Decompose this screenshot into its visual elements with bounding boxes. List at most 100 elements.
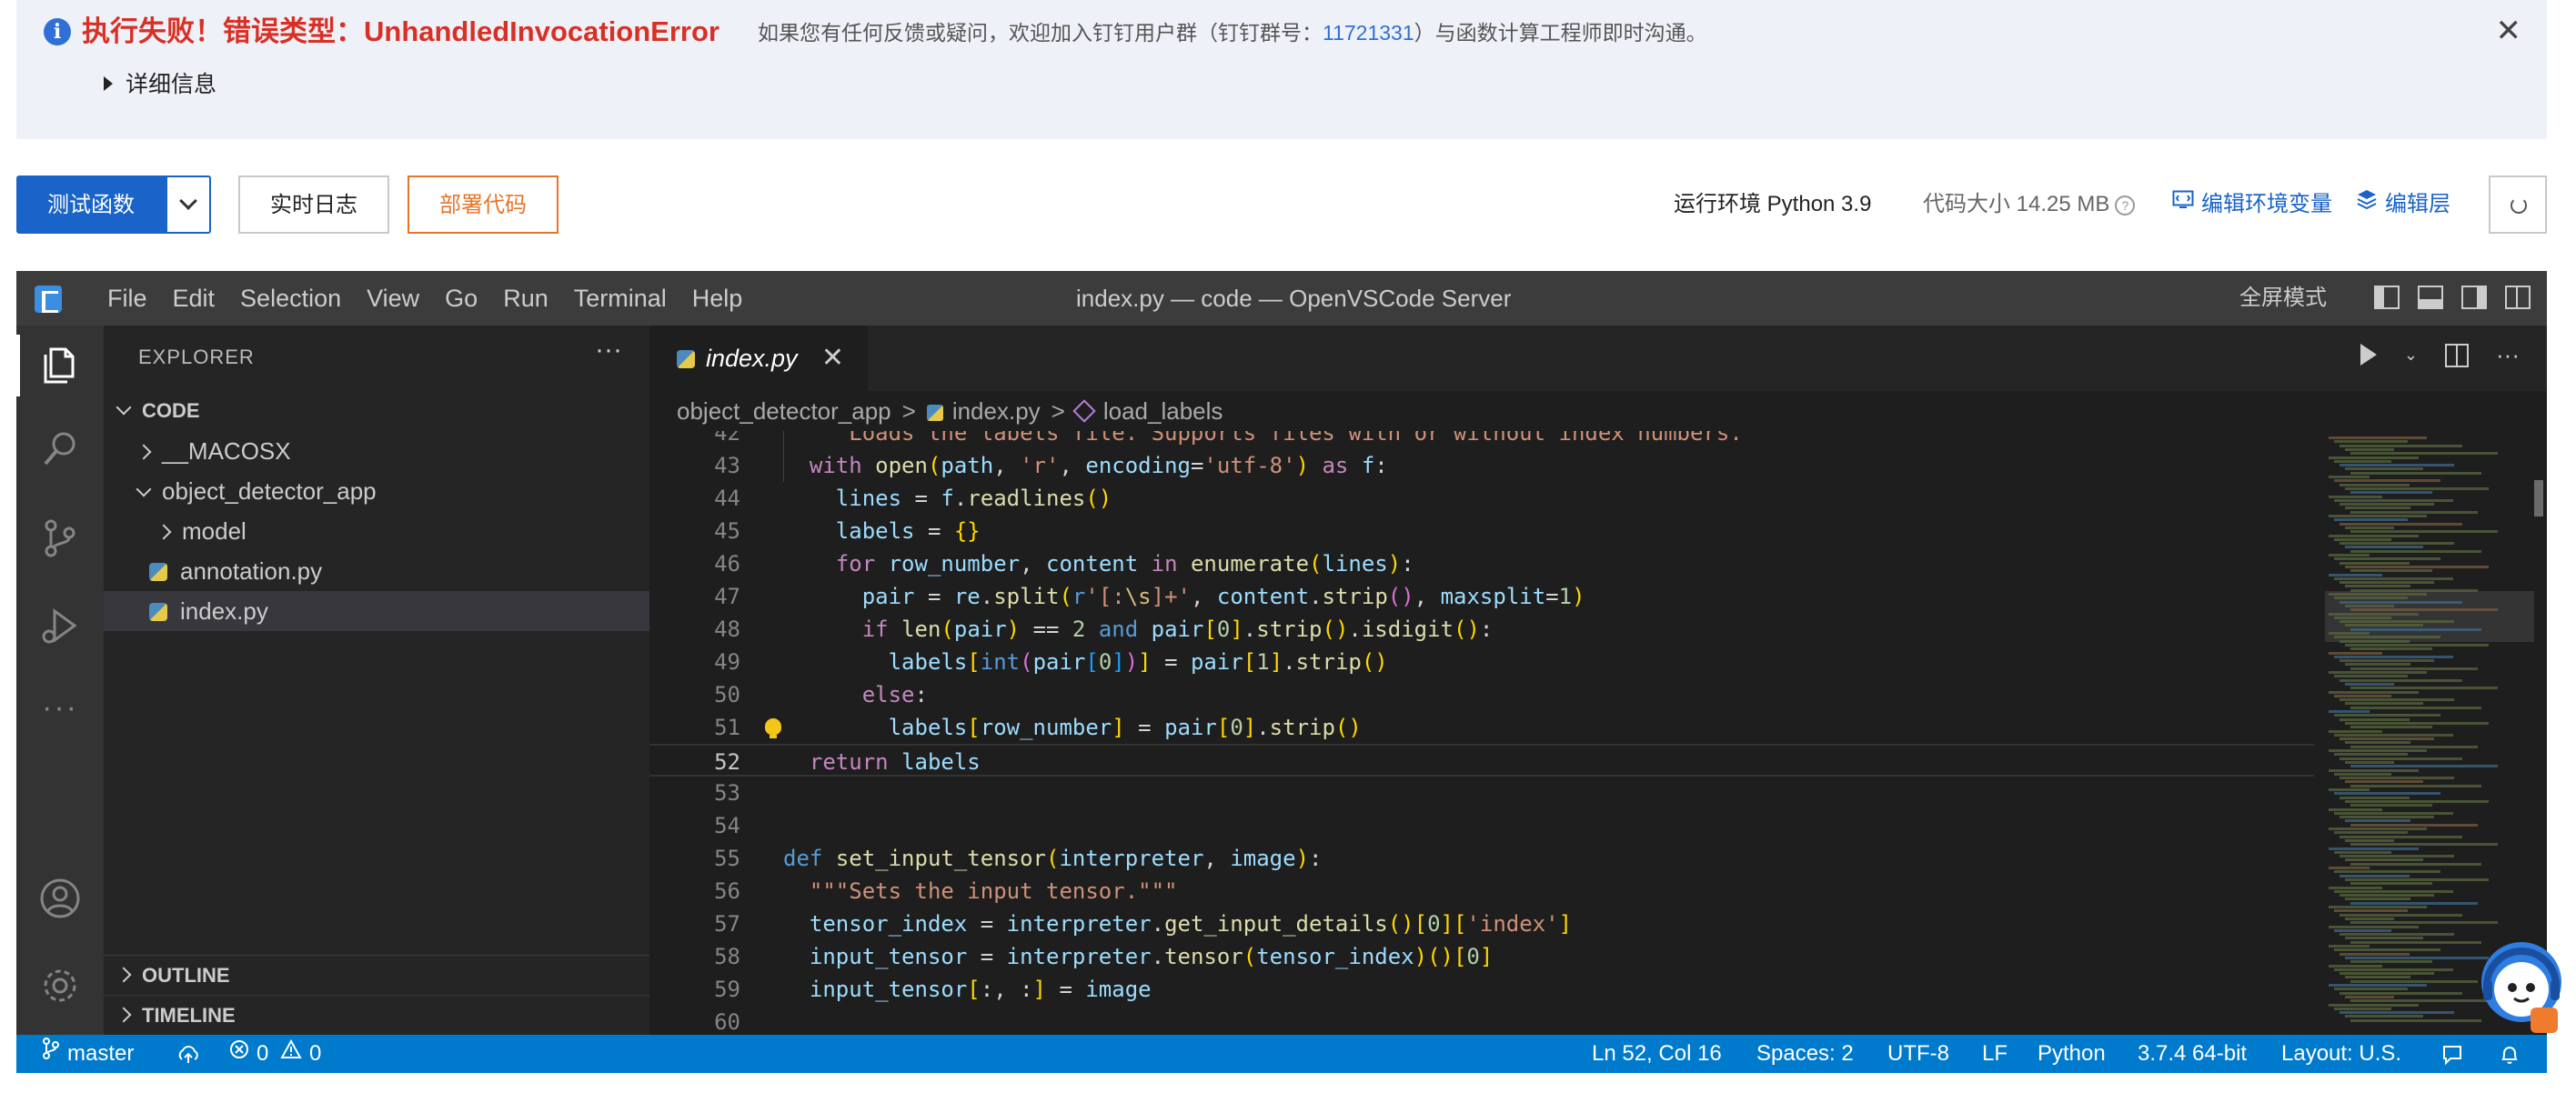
minimap-line <box>2340 1011 2454 1015</box>
menu-run[interactable]: Run <box>490 271 561 326</box>
tree-item-object-detector-app[interactable]: object_detector_app <box>104 471 649 511</box>
minimap-line <box>2345 702 2423 706</box>
timeline-section[interactable]: TIMELINE <box>104 995 649 1035</box>
more-icon[interactable]: ··· <box>38 686 82 729</box>
account-icon[interactable] <box>38 877 82 920</box>
error-count: 0 <box>257 1041 269 1066</box>
tab-index-py[interactable]: index.py ✕ <box>649 326 868 391</box>
explorer-more-icon[interactable]: ··· <box>595 335 622 366</box>
minimap-line <box>2350 765 2498 768</box>
minimap-line <box>2350 901 2478 905</box>
minimap-line <box>2345 799 2489 803</box>
python-file-icon <box>149 563 167 581</box>
tree-item-macosx[interactable]: __MACOSX <box>104 431 649 471</box>
customize-layout-icon[interactable] <box>2505 286 2531 309</box>
menu-edit[interactable]: Edit <box>160 271 228 326</box>
menu-selection[interactable]: Selection <box>227 271 354 326</box>
menu-file[interactable]: File <box>95 271 160 326</box>
minimap-line <box>2340 972 2434 976</box>
error-message-suffix: ）与函数计算工程师即时沟通。 <box>1414 21 1707 45</box>
fullscreen-button[interactable]: 全屏模式 <box>2239 271 2327 326</box>
encoding-status[interactable]: UTF-8 <box>1887 1035 1949 1073</box>
warning-icon <box>280 1034 302 1072</box>
close-icon[interactable]: ✕ <box>821 326 844 391</box>
sync-icon[interactable] <box>176 1035 200 1073</box>
deploy-code-button[interactable]: 部署代码 <box>408 175 558 234</box>
split-editor-icon[interactable] <box>2445 344 2470 367</box>
minimap-line <box>2334 518 2408 522</box>
line-number: 43 <box>714 453 740 478</box>
minimap-line <box>2350 491 2432 495</box>
run-file-icon[interactable] <box>2360 344 2377 366</box>
test-function-button[interactable]: 测试函数 <box>16 175 166 234</box>
indentation-status[interactable]: Spaces: 2 <box>1756 1035 1854 1073</box>
close-icon[interactable]: ✕ <box>2496 13 2522 49</box>
minimap-line <box>2345 624 2423 627</box>
source-control-icon[interactable] <box>38 516 82 560</box>
toggle-secondary-sidebar-icon[interactable] <box>2461 286 2487 309</box>
code-view[interactable]: 42 """Loads the labels file. Supports fi… <box>649 431 2314 1035</box>
tree-item-model[interactable]: model <box>104 511 649 551</box>
gear-icon[interactable] <box>38 964 82 1008</box>
outline-section[interactable]: OUTLINE <box>104 955 649 995</box>
details-toggle[interactable]: 详细信息 <box>104 69 216 100</box>
refresh-button[interactable] <box>2489 175 2547 234</box>
eol-status[interactable]: LF <box>1982 1035 2007 1073</box>
search-icon[interactable] <box>38 427 82 471</box>
minimap-line <box>2329 573 2382 577</box>
minimap-line <box>2334 772 2391 776</box>
help-icon[interactable]: ? <box>2115 195 2136 216</box>
line-number: 60 <box>714 1009 740 1035</box>
more-actions-icon[interactable]: ··· <box>2496 343 2520 367</box>
code-text: def set_input_tensor(interpreter, image)… <box>783 846 1323 871</box>
feedback-icon[interactable] <box>2441 1035 2463 1073</box>
minimap-line <box>2350 706 2481 709</box>
edit-layer-label: 编辑层 <box>2385 192 2450 216</box>
python-interpreter[interactable]: 3.7.4 64-bit <box>2138 1035 2247 1073</box>
files-icon[interactable] <box>16 335 82 396</box>
language-mode[interactable]: Python <box>2038 1035 2106 1073</box>
edit-layer-link[interactable]: 编辑层 <box>2356 175 2450 234</box>
test-options-dropdown[interactable] <box>166 175 211 234</box>
run-debug-icon[interactable] <box>38 604 82 647</box>
editor-scrollbar[interactable] <box>2534 480 2543 516</box>
tree-item-index-py[interactable]: index.py <box>104 591 649 631</box>
minimap-line <box>2340 874 2410 877</box>
edit-env-vars-link[interactable]: 编辑环境变量 <box>2172 175 2332 234</box>
vscode-logo-icon[interactable] <box>35 286 62 313</box>
git-branch-status[interactable]: master <box>42 1035 134 1073</box>
minimap-line <box>2350 549 2481 553</box>
menu-view[interactable]: View <box>354 271 432 326</box>
menu-go[interactable]: Go <box>432 271 490 326</box>
minimap-line <box>2345 995 2394 998</box>
group-number-link[interactable]: 11721331 <box>1323 21 1414 45</box>
code-size-label: 代码大小 14.25 MB <box>1923 192 2110 216</box>
toggle-panel-icon[interactable] <box>2418 286 2443 309</box>
breadcrumb-folder[interactable]: object_detector_app <box>677 397 891 425</box>
realtime-log-button[interactable]: 实时日志 <box>238 175 389 234</box>
lightbulb-icon[interactable] <box>765 718 781 738</box>
tree-item-label: annotation.py <box>180 557 323 585</box>
minimap-line <box>2329 534 2419 537</box>
tree-root-code[interactable]: CODE <box>104 391 649 431</box>
menu-terminal[interactable]: Terminal <box>561 271 679 326</box>
problems-status[interactable]: 0 0 <box>229 1035 321 1073</box>
tree-item-annotation-py[interactable]: annotation.py <box>104 551 649 591</box>
minimap-line <box>2340 444 2462 447</box>
chevron-down-icon[interactable]: ⌄ <box>2404 344 2418 367</box>
minimap-line <box>2329 964 2382 968</box>
cursor-position[interactable]: Ln 52, Col 16 <box>1592 1035 1722 1073</box>
toggle-sidebar-icon[interactable] <box>2374 286 2400 309</box>
minimap-line <box>2350 745 2478 748</box>
warning-count: 0 <box>309 1041 322 1066</box>
keyboard-layout[interactable]: Layout: U.S. <box>2281 1035 2401 1073</box>
breadcrumb-symbol[interactable]: load_labels <box>1103 397 1223 425</box>
chevron-down-icon <box>136 481 152 497</box>
line-number: 56 <box>714 878 740 904</box>
breadcrumb-file[interactable]: index.py <box>952 397 1041 425</box>
menu-help[interactable]: Help <box>679 271 756 326</box>
support-chatbot-avatar[interactable] <box>2474 937 2569 1037</box>
bell-icon[interactable] <box>2500 1035 2520 1073</box>
code-text: if len(pair) == 2 and pair[0].strip().is… <box>861 617 1494 642</box>
minimap-line <box>2345 1015 2423 1018</box>
